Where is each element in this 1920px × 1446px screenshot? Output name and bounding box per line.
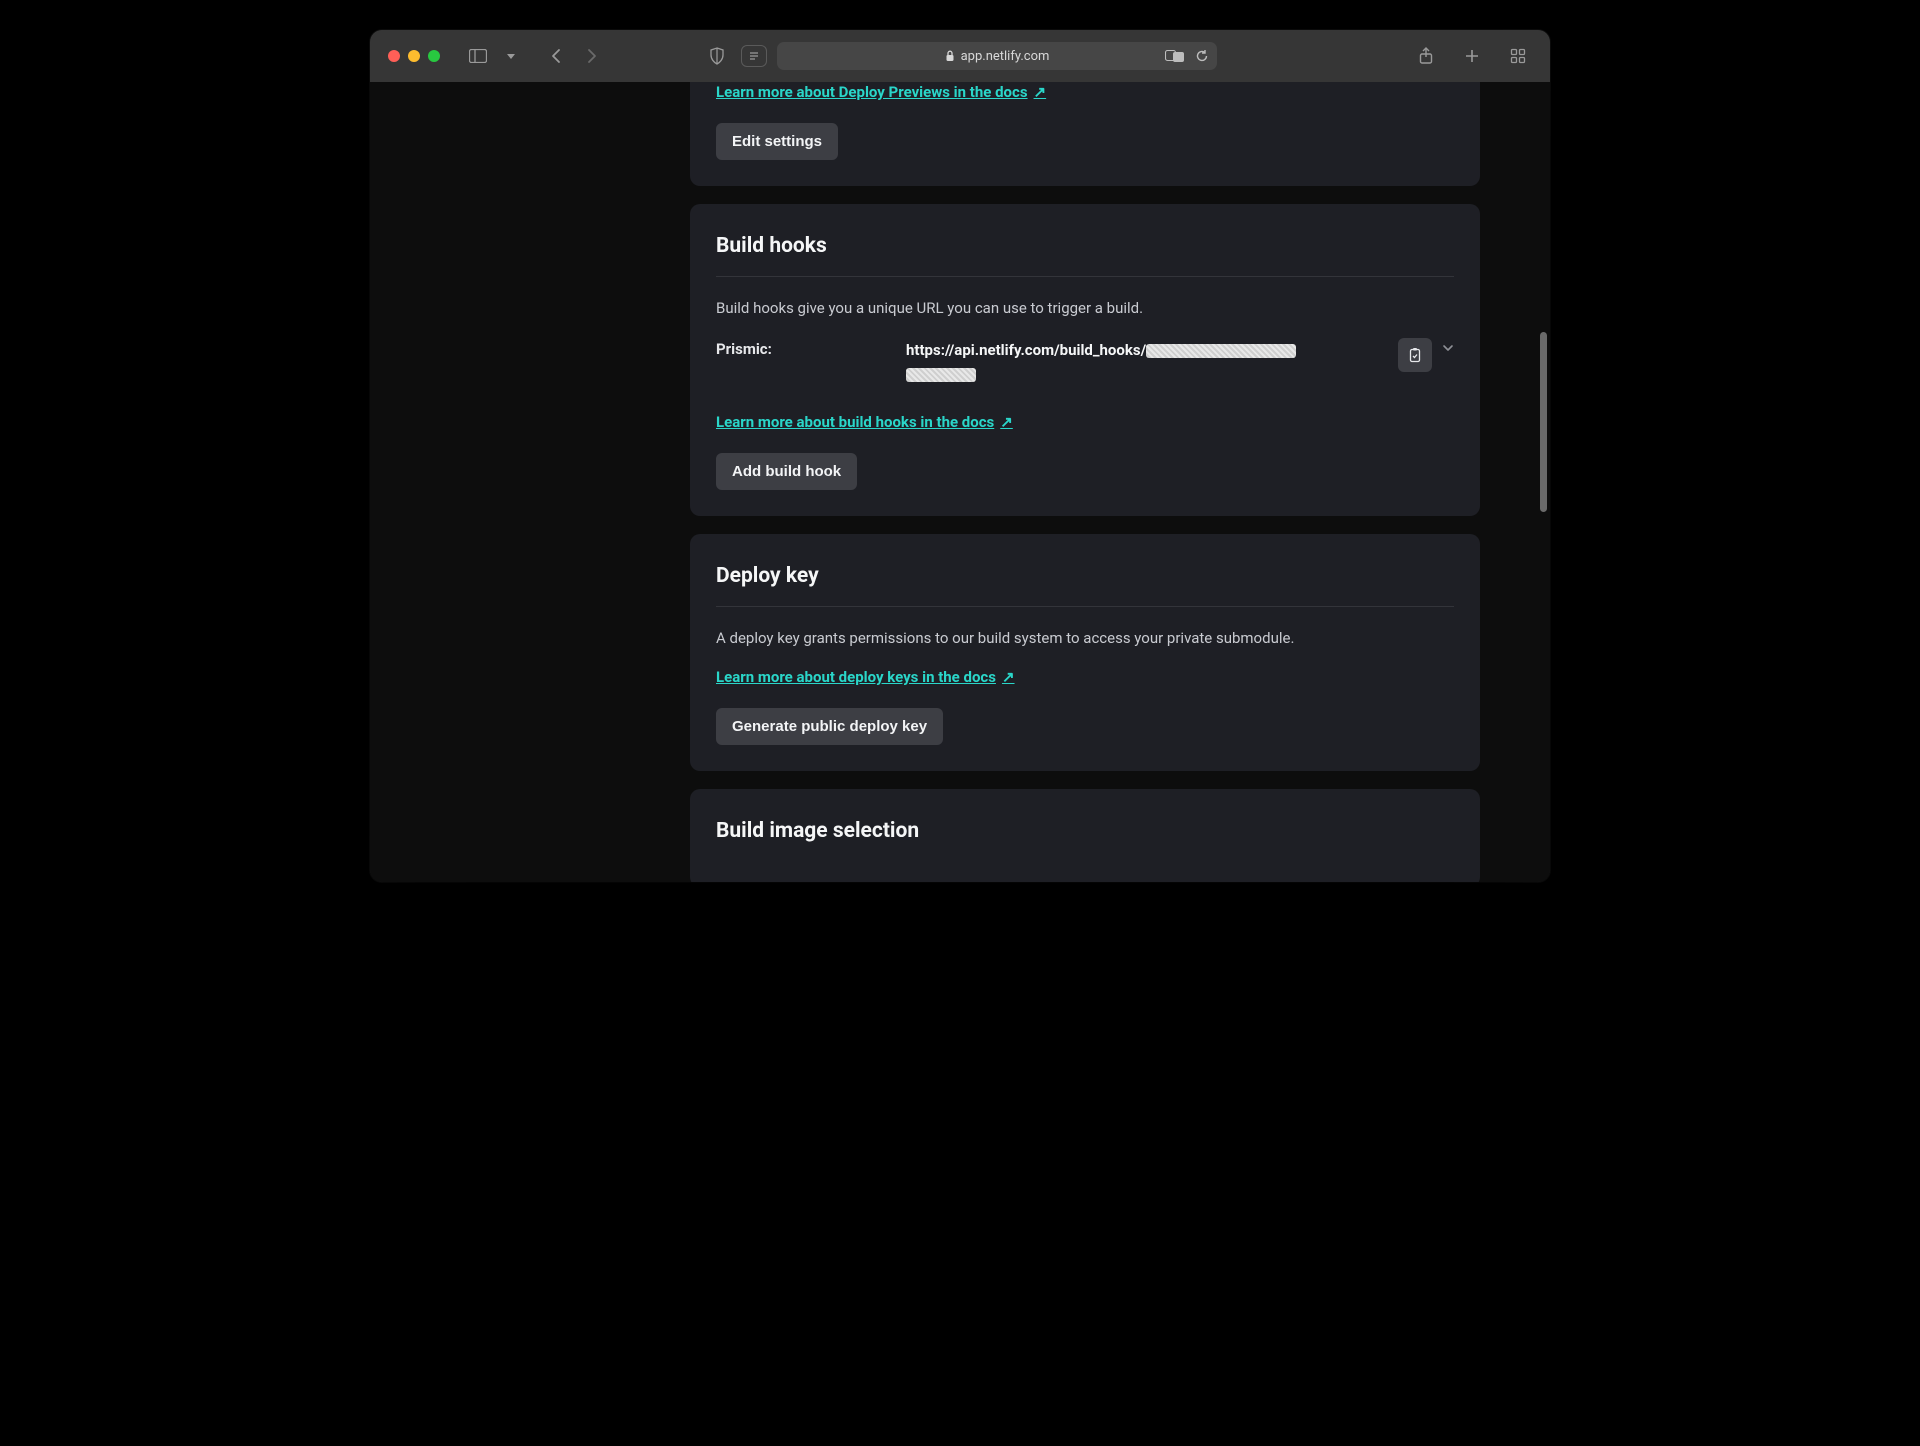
chevron-down-icon — [507, 54, 515, 59]
page-viewport: Learn more about Deploy Previews in the … — [370, 82, 1550, 882]
address-bar[interactable]: app.netlify.com — [777, 42, 1217, 70]
privacy-shield-button[interactable] — [703, 42, 731, 70]
tab-overview-button[interactable] — [1504, 42, 1532, 70]
build-image-title: Build image selection — [716, 813, 1454, 847]
link-text: Learn more about Deploy Previews in the … — [716, 83, 1028, 101]
settings-content: Learn more about Deploy Previews in the … — [690, 82, 1480, 882]
build-hook-label: Prismic: — [716, 338, 886, 358]
build-hook-url: https://api.netlify.com/build_hooks/ — [906, 338, 1378, 386]
address-bar-actions — [1165, 49, 1209, 63]
maximize-window-button[interactable] — [428, 50, 440, 62]
build-hooks-title: Build hooks — [716, 228, 1454, 277]
back-button[interactable] — [542, 42, 570, 70]
build-hooks-card: Build hooks Build hooks give you a uniqu… — [690, 204, 1480, 516]
reload-button[interactable] — [1195, 49, 1209, 63]
edit-settings-button[interactable]: Edit settings — [716, 123, 838, 160]
lock-icon — [945, 50, 955, 62]
new-tab-button[interactable] — [1458, 42, 1486, 70]
toolbar-right — [1412, 42, 1532, 70]
address-bar-host: app.netlify.com — [961, 49, 1050, 64]
reader-mode-button[interactable] — [741, 45, 767, 67]
external-link-icon: ↗ — [1034, 83, 1047, 101]
sidebar-toggle-group — [464, 42, 524, 70]
link-text: Learn more about build hooks in the docs — [716, 413, 994, 431]
deploy-key-card: Deploy key A deploy key grants permissio… — [690, 534, 1480, 772]
deploy-previews-docs-link[interactable]: Learn more about Deploy Previews in the … — [716, 83, 1046, 101]
deploy-key-docs-link[interactable]: Learn more about deploy keys in the docs… — [716, 668, 1015, 686]
address-area: app.netlify.com — [703, 42, 1217, 70]
build-hook-row: Prismic: https://api.netlify.com/build_h… — [716, 338, 1454, 386]
build-hook-url-prefix: https://api.netlify.com/build_hooks/ — [906, 341, 1146, 359]
browser-window: app.netlify.com — [370, 30, 1550, 882]
deploy-key-title: Deploy key — [716, 558, 1454, 607]
external-link-icon: ↗ — [1000, 413, 1013, 431]
copy-url-button[interactable] — [1398, 338, 1432, 372]
share-button[interactable] — [1412, 42, 1440, 70]
window-controls — [388, 50, 440, 62]
build-hook-actions — [1398, 338, 1454, 372]
expand-hook-button[interactable] — [1442, 338, 1454, 352]
build-hooks-docs-link[interactable]: Learn more about build hooks in the docs… — [716, 413, 1013, 431]
deploy-key-description: A deploy key grants permissions to our b… — [716, 627, 1454, 650]
redacted-text — [906, 368, 976, 382]
close-window-button[interactable] — [388, 50, 400, 62]
generate-deploy-key-button[interactable]: Generate public deploy key — [716, 708, 943, 745]
build-image-card: Build image selection — [690, 789, 1480, 882]
deploy-previews-card: Learn more about Deploy Previews in the … — [690, 82, 1480, 186]
tab-group-menu[interactable] — [496, 42, 524, 70]
sidebar-toggle-button[interactable] — [464, 42, 492, 70]
chevron-down-icon — [1442, 344, 1454, 352]
redacted-text — [1146, 344, 1296, 358]
titlebar: app.netlify.com — [370, 30, 1550, 82]
nav-arrows — [542, 42, 606, 70]
link-text: Learn more about deploy keys in the docs — [716, 668, 996, 686]
external-link-icon: ↗ — [1002, 668, 1015, 686]
scrollbar-thumb[interactable] — [1540, 332, 1547, 512]
clipboard-icon — [1407, 347, 1423, 363]
build-hooks-description: Build hooks give you a unique URL you ca… — [716, 297, 1454, 320]
minimize-window-button[interactable] — [408, 50, 420, 62]
translate-button[interactable] — [1165, 49, 1185, 63]
add-build-hook-button[interactable]: Add build hook — [716, 453, 857, 490]
forward-button[interactable] — [578, 42, 606, 70]
